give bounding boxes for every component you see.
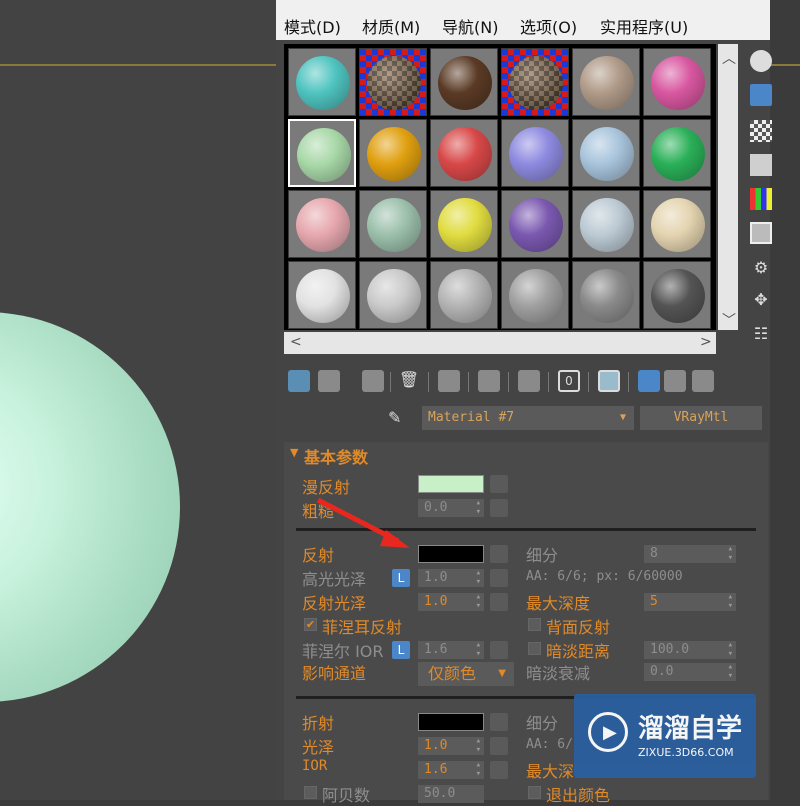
red-arrow-icon [316, 497, 410, 548]
annotation-arrow-overlay [316, 497, 410, 548]
